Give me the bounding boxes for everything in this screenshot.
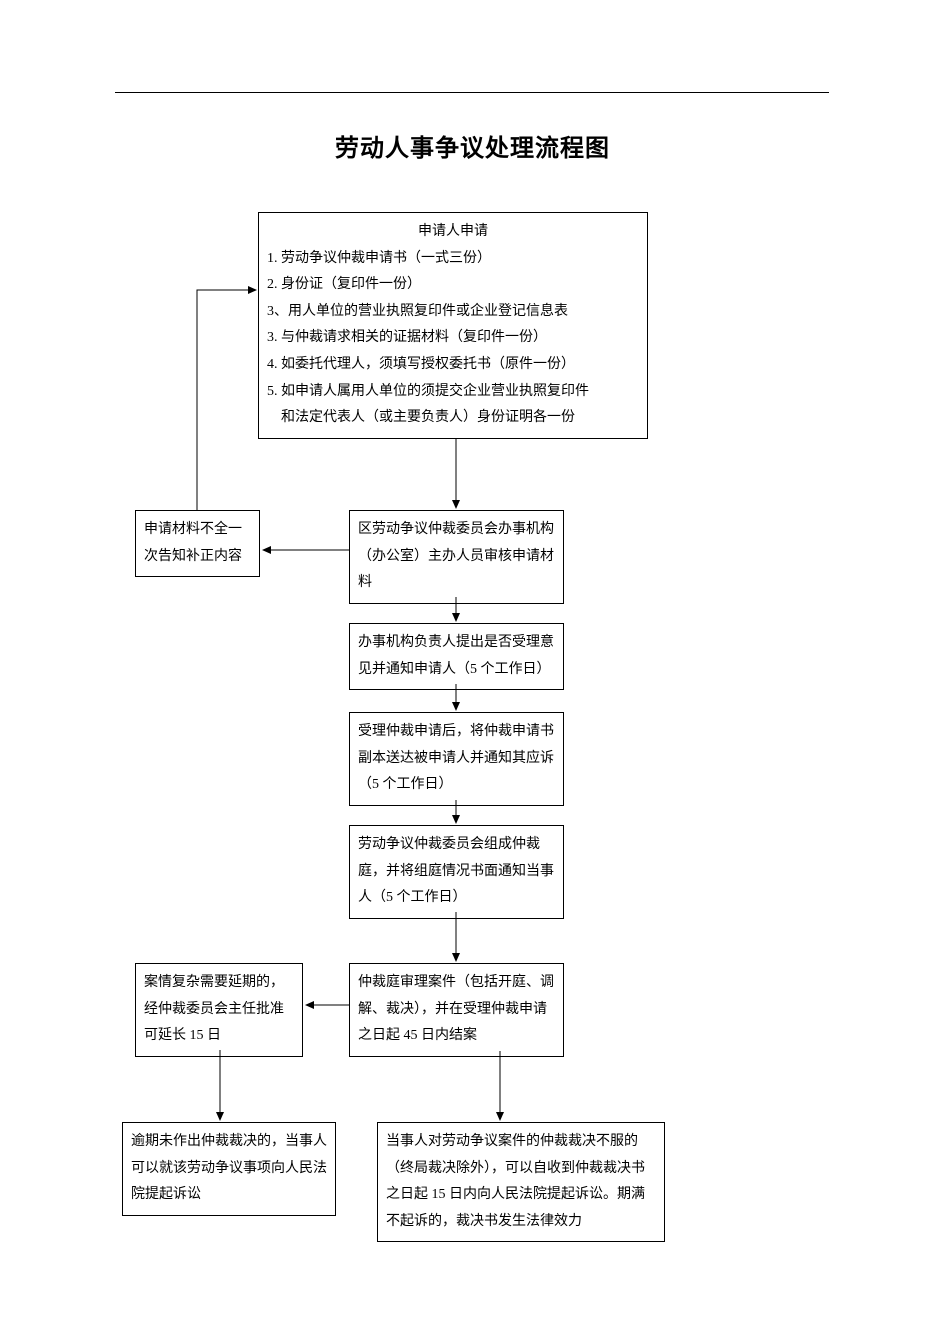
node-hearing: 仲裁庭审理案件（包括开庭、调解、裁决），并在受理仲裁申请之日起 45 日内结案 [349, 963, 564, 1057]
node-disagree: 当事人对劳动争议案件的仲裁裁决不服的（终局裁决除外），可以自收到仲裁裁决书之日起… [377, 1122, 665, 1242]
node-apply-header: 申请人申请 [267, 219, 639, 246]
node-supplement: 申请材料不全一次告知补正内容 [135, 510, 260, 577]
apply-item-3: 3、用人单位的营业执照复印件或企业登记信息表 [267, 299, 639, 326]
diagram-title: 劳动人事争议处理流程图 [0, 128, 945, 163]
apply-item-5: 4. 如委托代理人，须填写授权委托书（原件一份） [267, 352, 639, 379]
page-divider [115, 92, 829, 93]
apply-item-2: 2. 身份证（复印件一份） [267, 272, 639, 299]
apply-item-6b: 和法定代表人（或主要负责人）身份证明各一份 [267, 405, 639, 432]
node-extend: 案情复杂需要延期的，经仲裁委员会主任批准可延长 15 日 [135, 963, 303, 1057]
node-overdue: 逾期未作出仲裁裁决的，当事人可以就该劳动争议事项向人民法院提起诉讼 [122, 1122, 336, 1216]
node-apply: 申请人申请 1. 劳动争议仲裁申请书（一式三份） 2. 身份证（复印件一份） 3… [258, 212, 648, 439]
node-serve-copy: 受理仲裁申请后，将仲裁申请书副本送达被申请人并通知其应诉（5 个工作日） [349, 712, 564, 806]
node-tribunal: 劳动争议仲裁委员会组成仲裁庭，并将组庭情况书面通知当事人（5 个工作日） [349, 825, 564, 919]
apply-item-4: 3. 与仲裁请求相关的证据材料（复印件一份） [267, 325, 639, 352]
node-review: 区劳动争议仲裁委员会办事机构（办公室）主办人员审核申请材料 [349, 510, 564, 604]
apply-item-1: 1. 劳动争议仲裁申请书（一式三份） [267, 246, 639, 273]
node-accept-opinion: 办事机构负责人提出是否受理意见并通知申请人（5 个工作日） [349, 623, 564, 690]
apply-item-6: 5. 如申请人属用人单位的须提交企业营业执照复印件 [267, 379, 639, 406]
